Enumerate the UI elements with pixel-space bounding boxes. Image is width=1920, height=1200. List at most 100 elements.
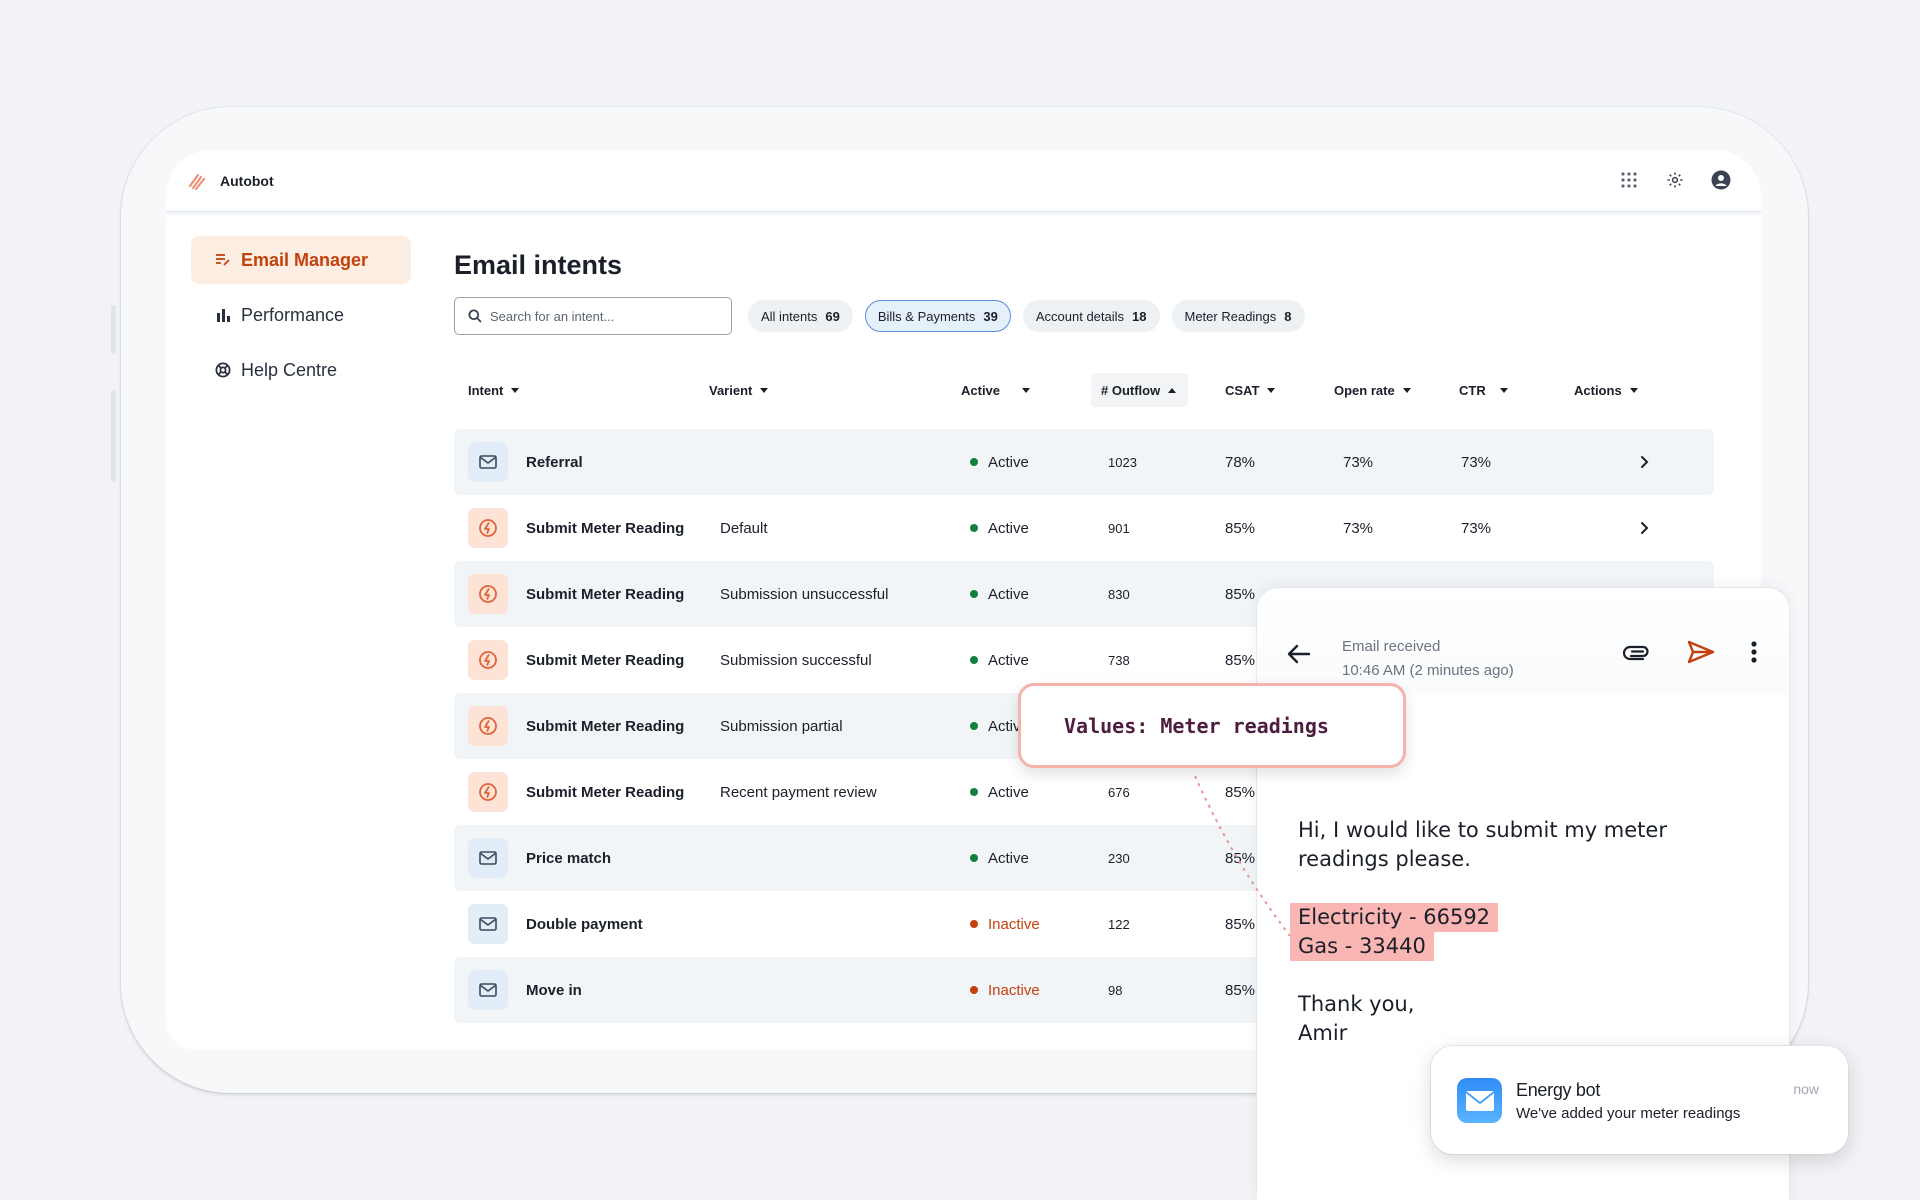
paperclip-icon[interactable] [1622, 642, 1651, 667]
sidebar-item-performance[interactable]: Performance [191, 291, 411, 339]
gear-icon[interactable] [1665, 170, 1685, 190]
chip-label: All intents [761, 308, 818, 324]
status-dot [970, 590, 978, 598]
bolt-icon [468, 772, 508, 812]
column-header-intent[interactable]: Intent [458, 373, 520, 407]
column-label: Intent [468, 382, 504, 398]
send-icon[interactable] [1687, 640, 1715, 669]
notification-time: now [1793, 1081, 1819, 1097]
intent-name: Submit Meter Reading [526, 717, 685, 735]
filter-bar: All intents 69 Bills & Payments 39 Accou… [454, 297, 1714, 335]
status-indicator: Active [970, 627, 1029, 693]
highlighted-reading-gas: Gas - 33440 [1290, 932, 1434, 961]
variant-name: Recent payment review [720, 783, 877, 801]
sidebar-item-email-manager[interactable]: Email Manager [191, 236, 411, 284]
email-sender: Amir [1298, 1021, 1348, 1045]
outflow-value: 1023 [1108, 454, 1137, 470]
intent-name: Submit Meter Reading [526, 519, 685, 537]
lifebuoy-icon [215, 362, 231, 378]
csat-value: 85% [1225, 849, 1256, 867]
email-signoff: Thank you, [1298, 992, 1415, 1016]
variant-name: Default [720, 519, 768, 537]
status-label: Active [988, 651, 1029, 669]
table-row[interactable]: Referral Active 1023 78% 73% 73% [454, 429, 1714, 495]
intent-name: Move in [526, 981, 582, 999]
outflow-value: 98 [1108, 982, 1123, 998]
ctr-value: 73% [1461, 453, 1492, 471]
status-indicator: Active [970, 495, 1029, 561]
csat-value: 85% [1225, 519, 1256, 537]
status-label: Active [988, 585, 1029, 603]
mail-app-icon [1457, 1078, 1502, 1123]
mail-icon [468, 904, 508, 944]
highlighted-reading-electricity: Electricity - 66592 [1290, 903, 1499, 932]
sidebar-item-help-centre[interactable]: Help Centre [191, 346, 411, 394]
column-header-open-rate[interactable]: Open rate [1324, 373, 1411, 407]
bolt-icon [468, 508, 508, 548]
email-header: Email received 10:46 AM (2 minutes ago) [1257, 588, 1789, 694]
column-label: Actions [1574, 382, 1622, 398]
intent-name: Referral [526, 453, 583, 471]
caret-down-icon [1267, 387, 1276, 393]
sidebar-item-label: Performance [241, 304, 345, 325]
filter-chip-bills-payments[interactable]: Bills & Payments 39 [864, 300, 1011, 332]
filter-chip-meter-readings[interactable]: Meter Readings 8 [1171, 300, 1305, 332]
status-dot [970, 788, 978, 796]
column-header-csat[interactable]: CSAT [1215, 373, 1276, 407]
chevron-right-icon[interactable] [1640, 429, 1649, 495]
sidebar-item-label: Email Manager [241, 249, 369, 270]
chip-count: 8 [1284, 308, 1292, 324]
status-indicator: Active [970, 561, 1029, 627]
intent-name: Price match [526, 849, 612, 867]
search-icon [468, 309, 482, 323]
notification-toast[interactable]: Energy bot We've added your meter readin… [1431, 1046, 1848, 1154]
back-arrow-icon[interactable] [1287, 644, 1311, 669]
search-input[interactable] [490, 308, 720, 324]
status-indicator: Active [970, 429, 1029, 495]
page-title: Email intents [454, 250, 623, 280]
brand[interactable]: Autobot [186, 170, 274, 192]
chevron-right-icon[interactable] [1640, 495, 1649, 561]
notification-title: Energy bot [1516, 1080, 1601, 1100]
column-header-outflow[interactable]: # Outflow [1091, 373, 1189, 407]
column-header-ctr[interactable]: CTR [1449, 373, 1508, 407]
status-dot [970, 986, 978, 994]
csat-value: 85% [1225, 915, 1256, 933]
autobot-logo-icon [188, 173, 206, 191]
app-name: Autobot [220, 173, 274, 189]
bolt-icon [468, 574, 508, 614]
caret-down-icon [1629, 387, 1638, 393]
csat-value: 78% [1225, 453, 1256, 471]
email-greeting: Hi, I would like to submit my meter read… [1298, 818, 1667, 871]
email-body: Hi, I would like to submit my meter read… [1290, 816, 1738, 1077]
notification-message: We've added your meter readings [1516, 1105, 1741, 1122]
column-header-actions[interactable]: Actions [1564, 373, 1638, 407]
chip-label: Account details [1035, 308, 1125, 324]
status-label: Inactive [988, 915, 1040, 933]
status-label: Active [988, 783, 1029, 801]
more-vertical-icon[interactable] [1751, 641, 1757, 668]
status-dot [970, 854, 978, 862]
column-header-active[interactable]: Active [951, 373, 1031, 407]
filter-chip-all-intents[interactable]: All intents 69 [748, 300, 853, 332]
column-header-variant[interactable]: Varient [699, 373, 769, 407]
status-dot [970, 722, 978, 730]
email-status-label: Email received [1342, 638, 1441, 655]
tablet-side-button [111, 390, 116, 482]
sidebar-item-label: Help Centre [241, 359, 338, 380]
edit-list-icon [215, 252, 231, 268]
caret-down-icon [1402, 387, 1411, 393]
top-bar: Autobot [166, 150, 1761, 212]
filter-chip-account-details[interactable]: Account details 18 [1022, 300, 1160, 332]
chip-count: 39 [983, 308, 998, 324]
user-avatar-icon[interactable] [1711, 170, 1731, 190]
email-timestamp: 10:46 AM (2 minutes ago) [1342, 662, 1514, 679]
outflow-value: 830 [1108, 586, 1130, 602]
caret-down-icon [1499, 387, 1508, 393]
search-box[interactable] [454, 297, 732, 335]
mail-icon [468, 970, 508, 1010]
outflow-value: 676 [1108, 784, 1130, 800]
apps-grid-icon[interactable] [1619, 170, 1639, 190]
table-row[interactable]: Submit Meter Reading Default Active 901 85% 7… [454, 495, 1714, 561]
chip-count: 18 [1132, 308, 1147, 324]
